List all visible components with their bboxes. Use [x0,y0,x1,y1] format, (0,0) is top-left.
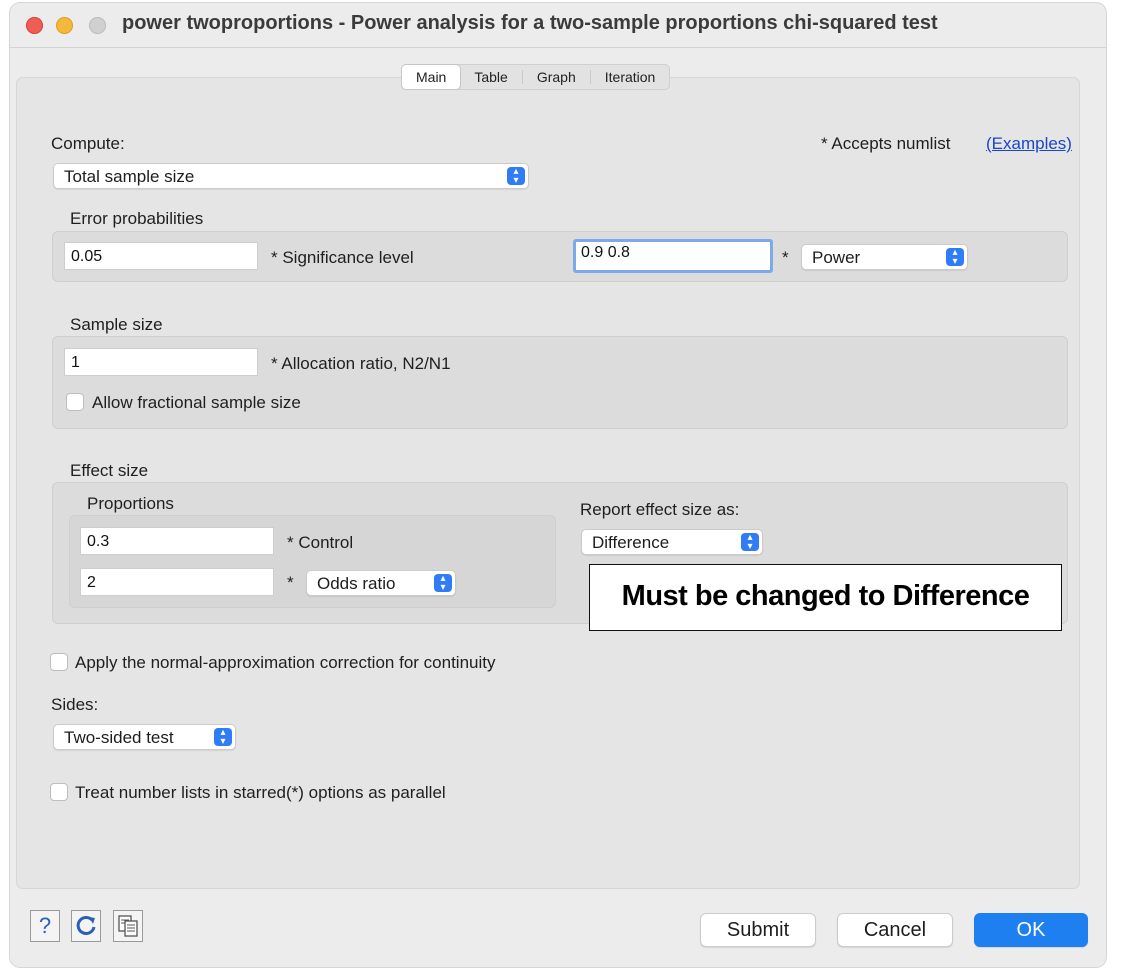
tab-bar: Main Table Graph Iteration [401,64,671,90]
continuity-correction-label: Apply the normal-approximation correctio… [75,653,496,672]
experimental-type-select-value: Odds ratio [317,574,396,593]
power-select[interactable]: Power ▴ ▾ [801,244,968,270]
report-effect-size-label: Report effect size as: [580,500,740,519]
annotation-callout: Must be changed to Difference [589,564,1062,631]
control-proportion-input[interactable]: 0.3 [80,527,274,555]
help-button[interactable]: ? [30,910,60,942]
select-chevron-icon: ▴ ▾ [507,167,525,186]
experimental-type-select[interactable]: Odds ratio ▴ ▾ [306,570,456,596]
allocation-ratio-label: * Allocation ratio, N2/N1 [271,354,451,373]
experimental-value-input[interactable]: 2 [80,568,274,596]
compute-select[interactable]: Total sample size ▴ ▾ [53,163,529,189]
sides-label: Sides: [51,695,99,714]
compute-select-value: Total sample size [64,167,195,186]
select-chevron-icon: ▴ ▾ [741,533,759,552]
close-window-button[interactable] [26,17,43,34]
accepts-numlist-note: * Accepts numlist [821,134,951,153]
ok-button[interactable]: OK [974,913,1088,947]
sides-select-value: Two-sided test [64,728,174,747]
report-effect-size-select-value: Difference [592,533,670,552]
continuity-correction-checkbox[interactable] [50,653,68,671]
cancel-button[interactable]: Cancel [837,913,953,947]
sides-select[interactable]: Two-sided test ▴ ▾ [53,724,236,750]
copy-command-button[interactable] [113,910,143,942]
copy-clipboard-icon [118,915,138,937]
select-chevron-icon: ▴ ▾ [214,728,232,747]
title-bar: power twoproportions - Power analysis fo… [10,3,1106,48]
window-title: power twoproportions - Power analysis fo… [122,12,938,34]
power-input[interactable]: 0.9 0.8 [573,239,773,273]
effect-size-heading: Effect size [70,461,149,480]
zoom-window-button[interactable] [89,17,106,34]
compute-label: Compute: [51,134,125,153]
power-select-value: Power [812,248,861,267]
tab-table[interactable]: Table [460,65,521,89]
significance-level-label: * Significance level [271,248,414,267]
fractional-sample-size-label: Allow fractional sample size [92,393,301,412]
power-star: * [782,248,789,267]
fractional-sample-size-checkbox[interactable] [66,393,84,411]
refresh-icon [76,915,96,935]
tab-graph[interactable]: Graph [523,65,590,89]
error-probabilities-heading: Error probabilities [70,209,204,228]
reset-button[interactable] [71,910,101,942]
examples-link[interactable]: (Examples) [986,134,1072,154]
help-icon: ? [38,913,52,938]
tab-iteration[interactable]: Iteration [591,65,670,89]
experimental-star: * [287,573,294,592]
minimize-window-button[interactable] [56,17,73,34]
sample-size-heading: Sample size [70,315,163,334]
parallel-numlist-label: Treat number lists in starred(*) options… [75,783,446,802]
proportions-heading: Proportions [87,494,174,513]
report-effect-size-select[interactable]: Difference ▴ ▾ [581,529,763,555]
control-proportion-label: * Control [287,533,354,552]
significance-level-input[interactable]: 0.05 [64,242,258,270]
submit-button[interactable]: Submit [700,913,816,947]
parallel-numlist-checkbox[interactable] [50,783,68,801]
select-chevron-icon: ▴ ▾ [434,574,452,593]
allocation-ratio-input[interactable]: 1 [64,348,258,376]
tab-main[interactable]: Main [402,65,461,89]
select-chevron-icon: ▴ ▾ [946,248,964,267]
